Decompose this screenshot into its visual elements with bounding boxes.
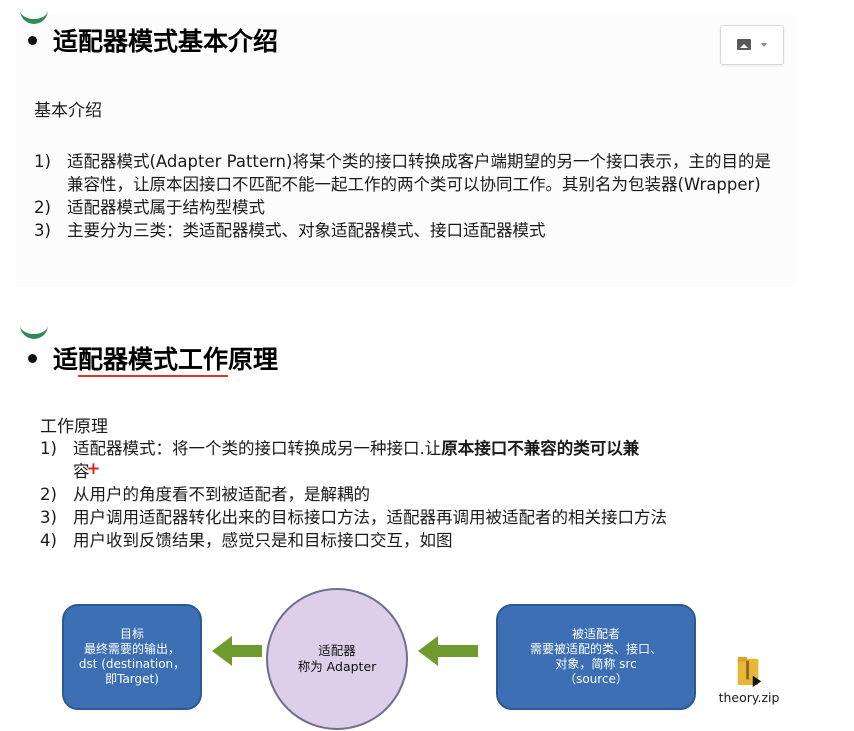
slide1-list: 1) 适配器模式(Adapter Pattern)将某个类的接口转换成客户端期望的… xyxy=(34,150,776,242)
arrow-left-icon xyxy=(418,636,478,666)
image-insert-button[interactable] xyxy=(720,25,784,65)
zip-folder-icon xyxy=(737,656,762,687)
slide-accent-arc xyxy=(20,324,48,339)
list-item: 2) 适配器模式属于结构型模式 xyxy=(34,198,265,217)
list-item: 1) 适配器模式(Adapter Pattern)将某个类的接口转换成客户端期望的… xyxy=(34,152,771,194)
slide2-subheading: 工作原理 xyxy=(40,417,108,437)
target-box: 目标 最终需要的输出， dst (destination， 即Target) xyxy=(62,604,202,710)
zip-file-name: theory.zip xyxy=(718,690,780,705)
zip-file[interactable]: theory.zip xyxy=(712,655,786,705)
slide1-heading: 适配器模式基本介绍 xyxy=(28,22,278,58)
adapter-circle: 适配器 称为 Adapter xyxy=(266,588,408,730)
spellcheck-underline: 配器模式工作 xyxy=(78,345,229,377)
bullet-dot xyxy=(28,36,37,45)
chevron-down-icon xyxy=(761,43,767,47)
slide2-heading: 适配器模式工作原理 xyxy=(28,340,278,377)
slide1-subheading: 基本介绍 xyxy=(34,101,102,121)
slide2-list: 1) 适配器模式：将一个类的接口转换成另一种接口.让原本接口不兼容的类可以兼 容+ xyxy=(40,437,782,483)
bullet-dot xyxy=(28,354,37,363)
list-item: 1) 适配器模式：将一个类的接口转换成另一种接口.让原本接口不兼容的类可以兼 容+ xyxy=(40,439,640,481)
image-icon xyxy=(737,39,751,50)
arrow-left-icon xyxy=(212,636,262,666)
list-item: 2) 从用户的角度看不到被适配者，是解耦的 xyxy=(40,485,370,504)
slide2-list-continued: 2) 从用户的角度看不到被适配者，是解耦的 3) 用户调用适配器转化出来的目标接口方法… xyxy=(40,483,782,552)
list-item: 4) 用户收到反馈结果，感觉只是和目标接口交互，如图 xyxy=(40,531,453,550)
list-item: 3) 用户调用适配器转化出来的目标接口方法，适配器再调用被适配者的相关接口方法 xyxy=(40,508,667,527)
list-item: 3) 主要分为三类：类适配器模式、对象适配器模式、接口适配器模式 xyxy=(34,221,546,240)
red-cursor-mark: + xyxy=(86,459,101,478)
adaptee-box: 被适配者 需要被适配的类、接口、 对象，简称 src （source） xyxy=(496,604,696,710)
